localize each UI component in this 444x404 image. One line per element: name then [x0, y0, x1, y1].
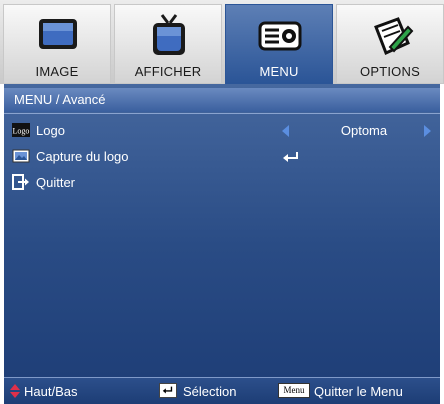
menu-item-label: Capture du logo	[36, 149, 129, 164]
monitor-icon	[39, 19, 77, 49]
enter-icon[interactable]	[282, 150, 300, 164]
left-arrow-icon[interactable]	[282, 125, 289, 137]
right-arrow-icon[interactable]	[424, 125, 431, 137]
tv-icon	[153, 14, 185, 55]
menu-key-icon: Menu	[278, 383, 310, 398]
osd-menu: IMAGE AFFICHER MENU OPTIONS MENU / Avanc…	[0, 0, 444, 404]
help-select: Sélection	[183, 384, 237, 399]
options-icon	[374, 17, 414, 56]
capture-icon	[12, 149, 30, 163]
breadcrumb: MENU / Avancé	[4, 88, 440, 112]
projector-icon	[258, 21, 302, 51]
logo-value: Optoma	[340, 123, 388, 138]
logo-icon: Logo	[12, 123, 30, 137]
tab-label: OPTIONS	[360, 64, 420, 79]
tab-label: MENU	[259, 64, 299, 79]
tab-bar: IMAGE AFFICHER MENU OPTIONS	[0, 0, 444, 84]
tab-menu[interactable]: MENU	[225, 4, 333, 84]
svg-text:Logo: Logo	[13, 127, 30, 136]
exit-icon	[12, 174, 29, 190]
tab-label: IMAGE	[35, 64, 79, 79]
breadcrumb-text: MENU / Avancé	[14, 92, 106, 107]
help-quit: Quitter le Menu	[314, 384, 403, 399]
help-bar: Haut/Bas Sélection Menu Quitter le Menu	[4, 377, 440, 404]
up-down-icon	[10, 384, 20, 398]
menu-item-quitter[interactable]: Quitter	[10, 172, 434, 194]
help-updown: Haut/Bas	[24, 384, 78, 399]
divider	[4, 113, 440, 114]
enter-key-icon	[159, 383, 177, 398]
tab-image[interactable]: IMAGE	[3, 4, 111, 84]
tab-label: AFFICHER	[134, 64, 202, 79]
tab-options[interactable]: OPTIONS	[336, 4, 444, 84]
menu-item-label: Quitter	[36, 175, 76, 190]
menu-item-label: Logo	[36, 123, 65, 138]
tab-afficher[interactable]: AFFICHER	[114, 4, 222, 84]
menu-item-capture-logo[interactable]: Capture du logo	[10, 146, 434, 168]
menu-item-logo[interactable]: Logo Logo Optoma	[10, 120, 434, 142]
